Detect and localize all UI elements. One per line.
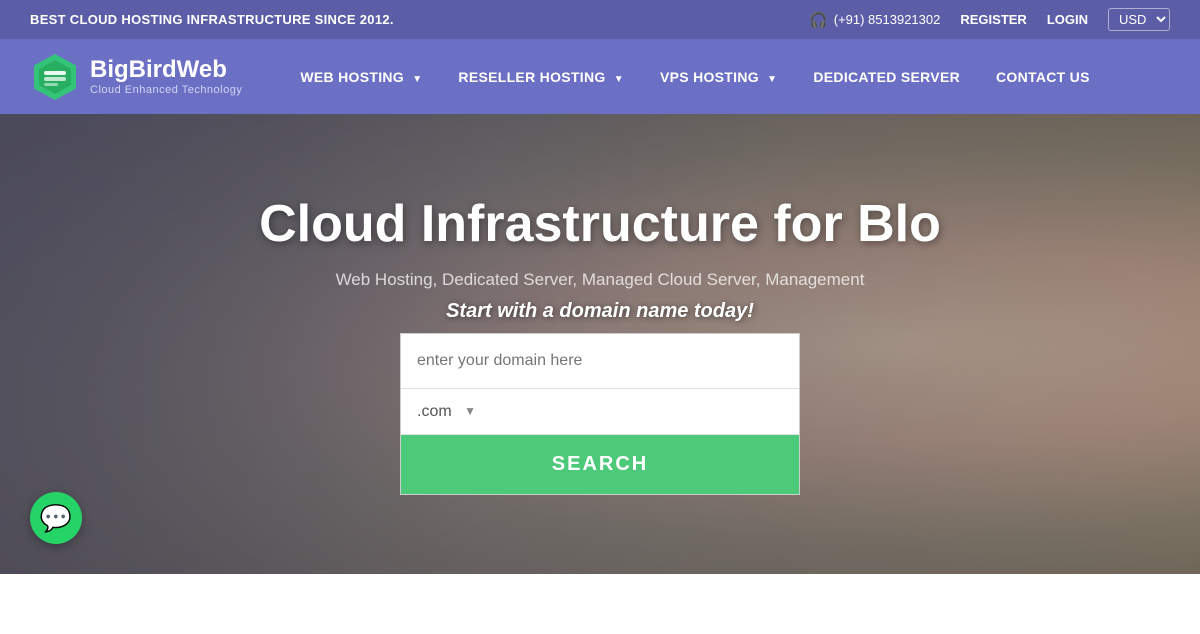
chevron-down-icon: ▼: [412, 74, 422, 85]
nav-item-web-hosting[interactable]: WEB HOSTING ▼: [282, 41, 440, 113]
headset-icon: 🎧: [809, 11, 828, 29]
domain-ext-wrapper: .com .net .org .in .io .co ▼: [417, 403, 476, 420]
hero-subtitle: Web Hosting, Dedicated Server, Managed C…: [336, 270, 865, 290]
nav-item-contact-us[interactable]: CONTACT US: [978, 41, 1108, 113]
nav-link-dedicated-server[interactable]: DEDICATED SERVER: [795, 41, 978, 113]
logo-text-area: BigBirdWeb Cloud Enhanced Technology: [90, 57, 242, 95]
tagline: BEST CLOUD HOSTING INFRASTRUCTURE SINCE …: [30, 12, 394, 27]
whatsapp-icon: 💬: [40, 505, 72, 531]
nav-item-dedicated-server[interactable]: DEDICATED SERVER: [795, 41, 978, 113]
nav-menu: WEB HOSTING ▼ RESELLER HOSTING ▼ VPS HOS…: [282, 41, 1107, 113]
logo-icon: [30, 52, 80, 102]
navbar: BigBirdWeb Cloud Enhanced Technology WEB…: [0, 39, 1200, 114]
login-link[interactable]: LOGIN: [1047, 12, 1088, 27]
nav-link-contact-us[interactable]: CONTACT US: [978, 41, 1108, 113]
nav-link-vps-hosting[interactable]: VPS HOSTING ▼: [642, 41, 795, 113]
hero-section: Cloud Infrastructure for Blo Web Hosting…: [0, 114, 1200, 574]
top-bar-links: REGISTER LOGIN: [960, 12, 1088, 27]
search-button[interactable]: SEARCH: [401, 435, 799, 494]
phone-info: 🎧 (+91) 8513921302: [809, 11, 940, 29]
domain-search-input[interactable]: [401, 334, 799, 389]
domain-ext-row: .com .net .org .in .io .co ▼: [401, 389, 799, 435]
chevron-down-icon: ▼: [614, 74, 624, 85]
nav-item-reseller-hosting[interactable]: RESELLER HOSTING ▼: [440, 41, 642, 113]
currency-select[interactable]: USD INR EUR GBP: [1108, 8, 1170, 31]
hero-title: Cloud Infrastructure for Blo: [259, 194, 941, 254]
top-bar: BEST CLOUD HOSTING INFRASTRUCTURE SINCE …: [0, 0, 1200, 39]
domain-search-box: .com .net .org .in .io .co ▼ SEARCH: [400, 333, 800, 495]
hero-content: Cloud Infrastructure for Blo Web Hosting…: [0, 194, 1200, 495]
register-link[interactable]: REGISTER: [960, 12, 1026, 27]
phone-number: (+91) 8513921302: [834, 12, 941, 27]
nav-link-reseller-hosting[interactable]: RESELLER HOSTING ▼: [440, 41, 642, 113]
chevron-down-icon: ▼: [767, 74, 777, 85]
nav-item-vps-hosting[interactable]: VPS HOSTING ▼: [642, 41, 795, 113]
domain-extension-select[interactable]: .com .net .org .in .io .co: [417, 403, 476, 420]
logo-brand: BigBirdWeb: [90, 57, 242, 83]
whatsapp-button[interactable]: 💬: [30, 492, 82, 544]
logo[interactable]: BigBirdWeb Cloud Enhanced Technology: [30, 52, 242, 102]
hero-domain-label: Start with a domain name today!: [446, 300, 754, 323]
top-bar-right: 🎧 (+91) 8513921302 REGISTER LOGIN USD IN…: [809, 8, 1170, 31]
logo-tagline: Cloud Enhanced Technology: [90, 84, 242, 96]
nav-link-web-hosting[interactable]: WEB HOSTING ▼: [282, 41, 440, 113]
